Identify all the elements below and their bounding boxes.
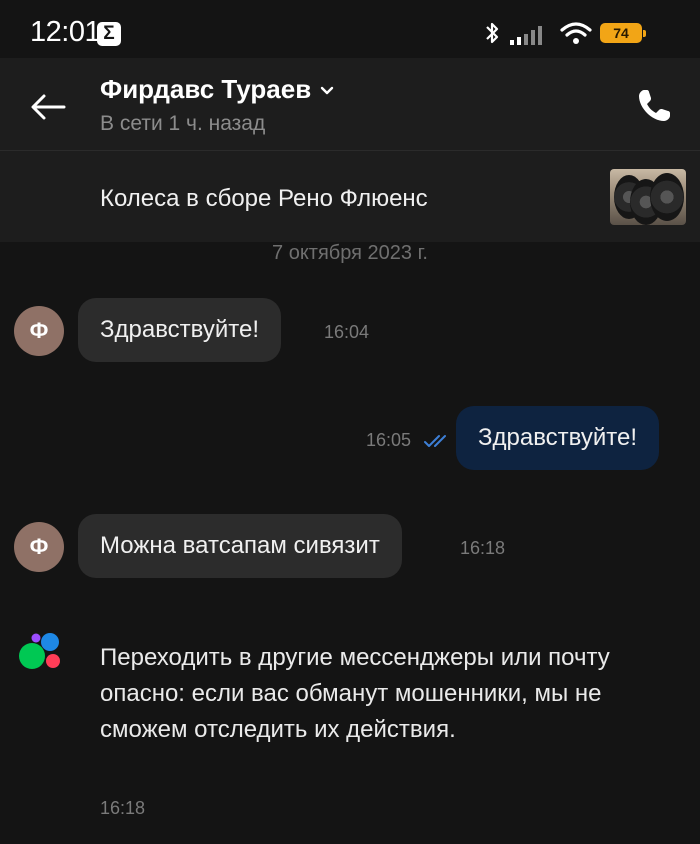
battery-icon: 74 xyxy=(600,23,646,43)
tire-graphic xyxy=(650,173,684,221)
contact-name: Фирдавс Тураев xyxy=(100,74,312,104)
contact-avatar[interactable]: Ф xyxy=(14,306,64,356)
battery-level: 74 xyxy=(613,25,629,41)
phone-icon[interactable] xyxy=(634,86,674,126)
incoming-message[interactable]: Можна ватсапам сивязит xyxy=(78,514,402,578)
contact-status: В сети 1 ч. назад xyxy=(100,112,266,135)
contact-avatar[interactable]: Ф xyxy=(14,522,64,572)
read-ticks-icon xyxy=(424,435,446,447)
message-time: 16:05 xyxy=(366,430,412,450)
status-clock: 12:01 xyxy=(30,16,101,48)
avatar-letter: Ф xyxy=(29,534,49,559)
message-text: Можна ватсапам сивязит xyxy=(100,532,380,559)
sigma-icon: Σ xyxy=(97,22,121,46)
back-arrow-icon[interactable] xyxy=(28,92,68,122)
signal-icon xyxy=(510,26,542,45)
message-time: 16:04 xyxy=(324,322,370,342)
chat-header: Фирдавс Тураев В сети 1 ч. назад xyxy=(0,58,700,150)
listing-thumbnail[interactable] xyxy=(610,169,686,225)
message-text: Здравствуйте! xyxy=(478,424,638,451)
incoming-message[interactable]: Здравствуйте! xyxy=(78,298,282,362)
message-text: Здравствуйте! xyxy=(100,316,260,343)
app-logo-icon xyxy=(19,633,60,669)
contact-name-button[interactable]: Фирдавс Тураев xyxy=(100,74,335,105)
chevron-down-icon xyxy=(320,86,334,95)
listing-title: Колеса в сборе Рено Флюенс xyxy=(100,185,428,212)
message-time: 16:18 xyxy=(100,798,146,818)
bluetooth-icon xyxy=(486,22,499,44)
message-time: 16:18 xyxy=(460,538,506,558)
outgoing-message[interactable]: Здравствуйте! xyxy=(456,406,660,470)
messenger-chat-screen: 12:01 Σ 74 Фирдавс Тураев В сети 1 ч. на… xyxy=(0,0,700,844)
avatar-letter: Ф xyxy=(29,318,49,343)
safety-notice: Переходить в другие мессенджеры или почт… xyxy=(100,644,610,743)
date-separator: 7 октября 2023 г. xyxy=(272,242,428,264)
wifi-icon xyxy=(560,22,592,44)
listing-bar[interactable]: Колеса в сборе Рено Флюенс xyxy=(0,150,700,242)
